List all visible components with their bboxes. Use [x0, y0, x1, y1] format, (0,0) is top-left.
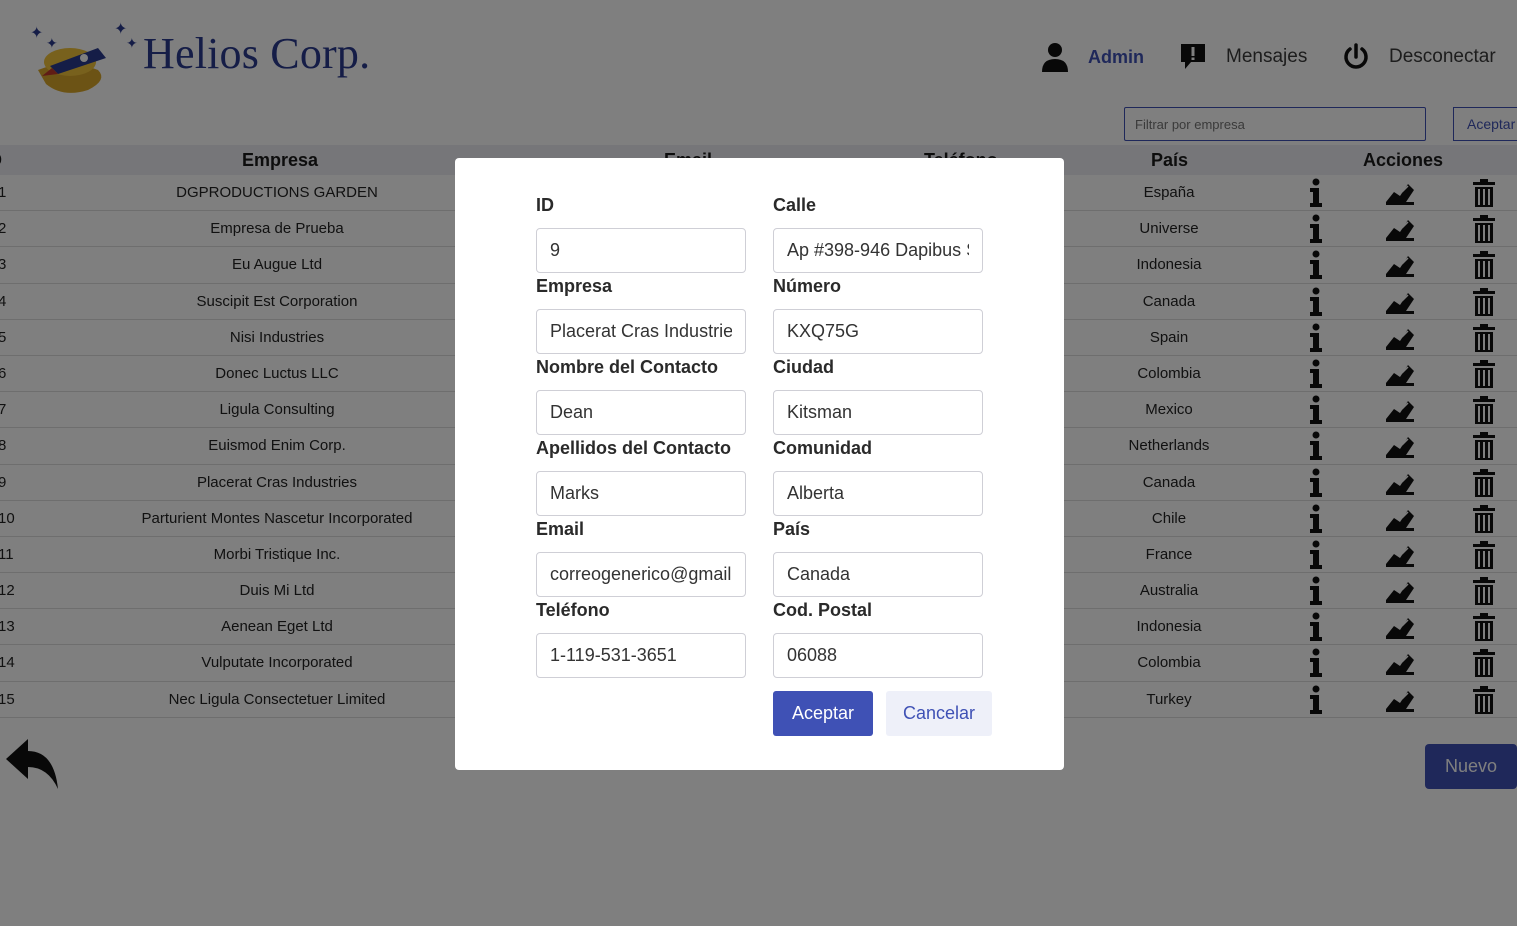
- label-comunidad: Comunidad: [773, 438, 872, 458]
- label-numero: Número: [773, 276, 842, 296]
- label-pais: País: [773, 519, 811, 539]
- label-cod-postal: Cod. Postal: [773, 600, 873, 620]
- ciudad-field[interactable]: [773, 390, 983, 435]
- label-telefono: Teléfono: [536, 600, 610, 620]
- label-empresa: Empresa: [536, 276, 613, 296]
- label-calle: Calle: [773, 195, 817, 215]
- id-field[interactable]: [536, 228, 746, 273]
- comunidad-field[interactable]: [773, 471, 983, 516]
- apellidos-field[interactable]: [536, 471, 746, 516]
- telefono-field[interactable]: [536, 633, 746, 678]
- empresa-field[interactable]: [536, 309, 746, 354]
- numero-field[interactable]: [773, 309, 983, 354]
- calle-field[interactable]: [773, 228, 983, 273]
- label-email: Email: [536, 519, 585, 539]
- modal-accept-button[interactable]: Aceptar: [773, 691, 873, 736]
- label-nombre: Nombre del Contacto: [536, 357, 719, 377]
- label-id: ID: [536, 195, 554, 215]
- label-apellidos: Apellidos del Contacto: [536, 438, 732, 458]
- pais-field[interactable]: [773, 552, 983, 597]
- email-field[interactable]: [536, 552, 746, 597]
- label-ciudad: Ciudad: [773, 357, 834, 377]
- nombre-field[interactable]: [536, 390, 746, 435]
- modal-cancel-button[interactable]: Cancelar: [886, 691, 992, 736]
- edit-company-modal: ID Calle Empresa Número Nombre del Conta…: [455, 158, 1064, 770]
- cod-postal-field[interactable]: [773, 633, 983, 678]
